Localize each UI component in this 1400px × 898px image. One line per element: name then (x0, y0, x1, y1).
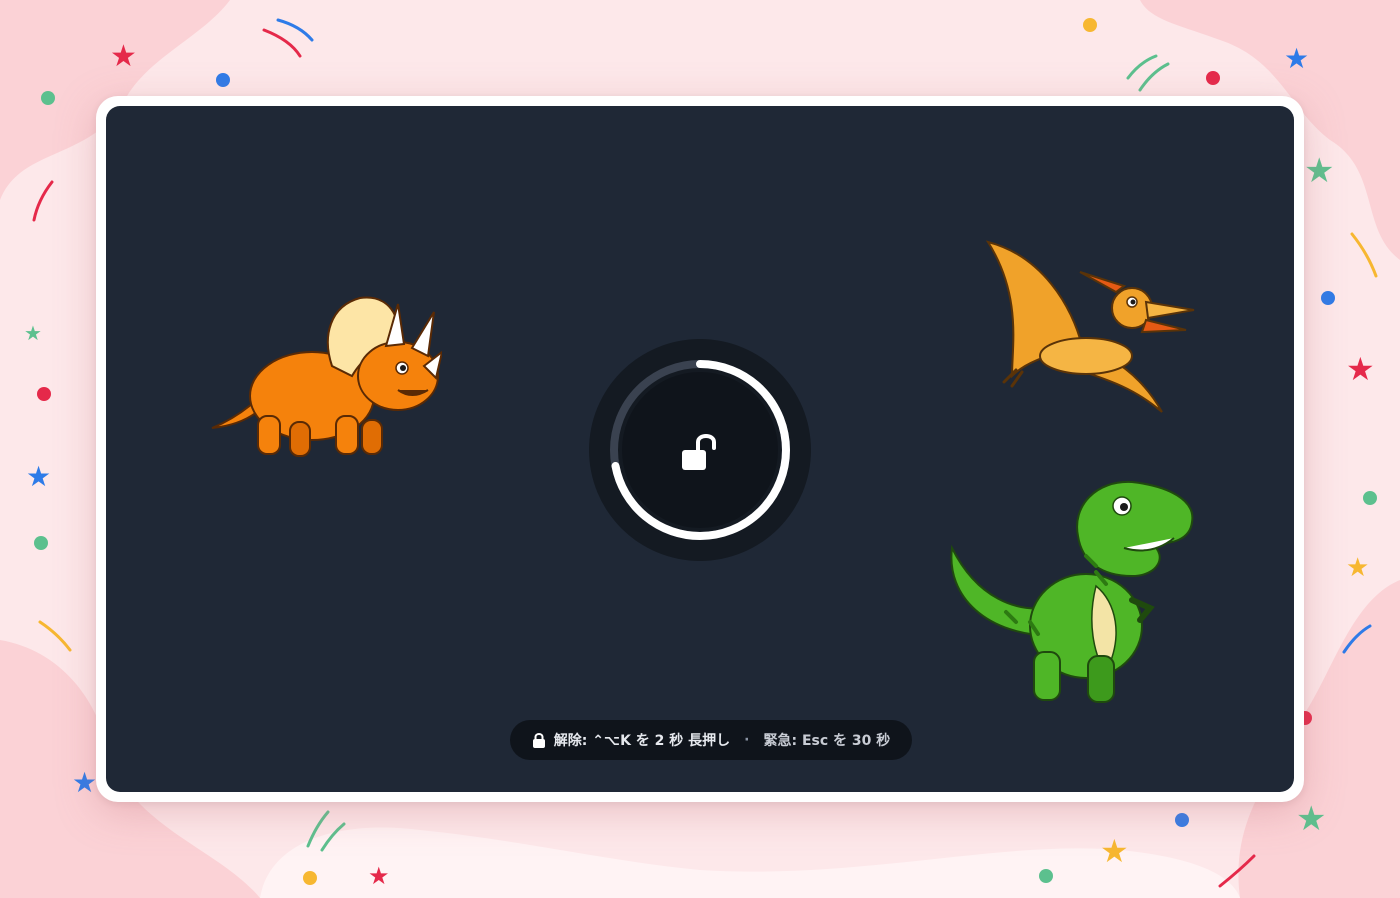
unlock-hint-bar: 解除: ⌃⌥K を 2 秒 長押し · 緊急: Esc を 30 秒 (510, 720, 912, 760)
star-icon: ★ (26, 460, 51, 493)
star-icon: ★ (1100, 832, 1129, 870)
star-icon: ★ (368, 862, 390, 890)
star-icon: ★ (24, 321, 42, 345)
triceratops-sticker (211, 296, 442, 457)
pteranodon-sticker (985, 240, 1195, 413)
star-icon: ★ (1296, 799, 1326, 839)
star-icon: ★ (1304, 151, 1334, 191)
star-icon: ★ (72, 766, 97, 799)
star-icon: ★ (1346, 553, 1369, 583)
emergency-instruction: 緊急: Esc を 30 秒 (763, 733, 891, 749)
lock-icon (532, 733, 545, 748)
star-icon: ★ (1284, 42, 1309, 75)
lock-screen: 解除: ⌃⌥K を 2 秒 長押し · 緊急: Esc を 30 秒 (106, 106, 1294, 792)
display-frame: 解除: ⌃⌥K を 2 秒 長押し · 緊急: Esc を 30 秒 (96, 96, 1304, 802)
hint-separator: · (744, 732, 750, 748)
t-rex-sticker (950, 480, 1194, 703)
pink-blob (260, 827, 1240, 898)
star-icon: ★ (1346, 350, 1375, 388)
unlock-progress-ring[interactable] (588, 338, 812, 562)
star-icon: ★ (110, 39, 137, 74)
unlock-instruction: 解除: ⌃⌥K を 2 秒 長押し (553, 733, 731, 749)
